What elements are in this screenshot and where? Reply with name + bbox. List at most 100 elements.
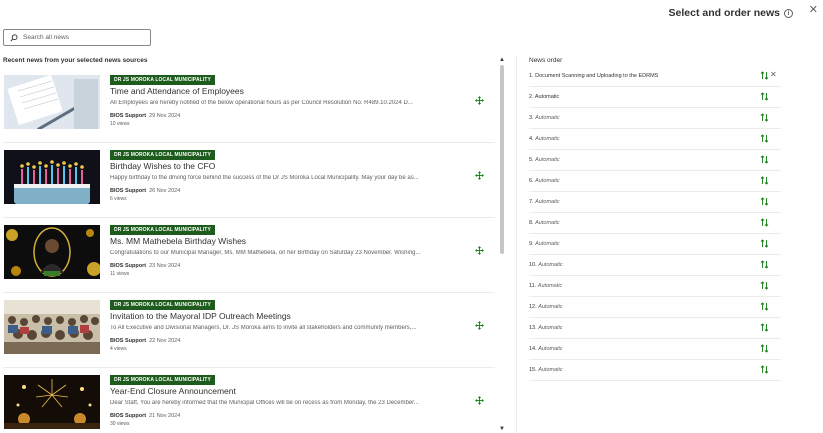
news-order-label: 3. Automatic (529, 115, 560, 121)
news-description: All Employees are hereby notified of the… (110, 100, 413, 106)
news-order-label: 15. Automatic (529, 367, 563, 373)
reorder-arrows-icon[interactable] (760, 92, 769, 101)
news-order-value: Automatic (535, 178, 560, 184)
news-order-value: Automatic (534, 94, 560, 100)
move-add-icon[interactable] (475, 171, 484, 180)
news-order-panel: News order 1. Document Scanning and Uplo… (516, 56, 789, 433)
news-author: BIOS Support (110, 263, 147, 269)
news-order-number: 11. (529, 283, 537, 289)
news-author: BIOS Support (110, 338, 147, 344)
news-order-number: 12. (529, 304, 537, 310)
scrollbar-thumb[interactable] (500, 65, 504, 254)
news-order-value: Automatic (538, 325, 563, 331)
move-add-icon[interactable] (475, 321, 484, 330)
news-views: 6 views (110, 196, 127, 202)
news-order-row[interactable]: 1. Document Scanning and Uploading to th… (529, 66, 781, 87)
news-order-number: 2. (529, 94, 534, 100)
close-icon[interactable]: ✕ (809, 5, 818, 16)
news-list: DR JS MOROKA LOCAL MUNICIPALITY Time and … (0, 68, 497, 433)
news-order-number: 13. (529, 325, 537, 331)
reorder-arrows-icon[interactable] (760, 71, 769, 80)
news-order-label: 4. Automatic (529, 136, 560, 142)
search-box[interactable] (3, 29, 151, 46)
news-order-row[interactable]: 7. Automatic (529, 192, 781, 213)
news-order-row[interactable]: 4. Automatic (529, 129, 781, 150)
reorder-arrows-icon[interactable] (760, 281, 769, 290)
news-description: To All Executive and Divisional Managers… (110, 325, 417, 331)
reorder-arrows-icon[interactable] (760, 134, 769, 143)
news-order-row[interactable]: 6. Automatic (529, 171, 781, 192)
news-order-label: 14. Automatic (529, 346, 563, 352)
news-order-number: 9. (529, 241, 534, 247)
news-thumbnail (4, 75, 100, 129)
news-title[interactable]: Time and Attendance of Employees (110, 86, 244, 96)
reorder-arrows-icon[interactable] (760, 239, 769, 248)
news-item[interactable]: DR JS MOROKA LOCAL MUNICIPALITY Ms. MM Ma… (0, 218, 497, 293)
news-order-row[interactable]: 11. Automatic (529, 276, 781, 297)
news-order-row[interactable]: 9. Automatic (529, 234, 781, 255)
news-title[interactable]: Birthday Wishes to the CFO (110, 161, 215, 171)
move-add-icon[interactable] (475, 396, 484, 405)
news-order-row[interactable]: 5. Automatic (529, 150, 781, 171)
reorder-arrows-icon[interactable] (760, 302, 769, 311)
news-author: BIOS Support (110, 413, 147, 419)
remove-icon[interactable]: ✕ (770, 70, 777, 80)
news-order-row[interactable]: 3. Automatic (529, 108, 781, 129)
news-order-row[interactable]: 13. Automatic (529, 318, 781, 339)
news-order-value: Automatic (535, 157, 560, 163)
news-order-value: Automatic (535, 199, 560, 205)
reorder-arrows-icon[interactable] (760, 197, 769, 206)
news-thumbnail (4, 225, 100, 279)
source-badge: DR JS MOROKA LOCAL MUNICIPALITY (110, 375, 215, 385)
reorder-arrows-icon[interactable] (760, 155, 769, 164)
news-views: 4 views (110, 346, 127, 352)
move-add-icon[interactable] (475, 246, 484, 255)
news-title[interactable]: Ms. MM Mathebela Birthday Wishes (110, 236, 246, 246)
scroll-down-icon[interactable]: ▼ (499, 425, 505, 433)
news-thumbnail (4, 375, 100, 429)
news-item[interactable]: DR JS MOROKA LOCAL MUNICIPALITY Invitatio… (0, 293, 497, 368)
news-order-label: 1. Document Scanning and Uploading to th… (529, 73, 658, 79)
info-icon[interactable]: i (784, 8, 793, 18)
search-input[interactable] (23, 34, 143, 41)
news-order-row[interactable]: 12. Automatic (529, 297, 781, 318)
news-title[interactable]: Invitation to the Mayoral IDP Outreach M… (110, 311, 291, 321)
news-views: 10 views (110, 121, 130, 127)
scrollbar[interactable]: ▲ ▼ (498, 56, 506, 433)
news-title[interactable]: Year-End Closure Announcement (110, 386, 236, 396)
news-order-row[interactable]: 10. Automatic (529, 255, 781, 276)
news-description: Happy birthday to the driving force behi… (110, 175, 419, 181)
reorder-arrows-icon[interactable] (760, 113, 769, 122)
news-order-number: 3. (529, 115, 534, 121)
news-order-row[interactable]: 14. Automatic (529, 339, 781, 360)
reorder-arrows-icon[interactable] (760, 176, 769, 185)
news-meta: BIOS Support 22 Nov 2024 (110, 338, 180, 344)
reorder-arrows-icon[interactable] (760, 260, 769, 269)
reorder-arrows-icon[interactable] (760, 323, 769, 332)
reorder-arrows-icon[interactable] (760, 218, 769, 227)
news-order-number: 15. (529, 367, 537, 373)
news-meta: BIOS Support 29 Nov 2024 (110, 113, 180, 119)
news-order-value: Automatic (538, 304, 563, 310)
news-order-row[interactable]: 2. Automatic (529, 87, 781, 108)
news-item[interactable]: DR JS MOROKA LOCAL MUNICIPALITY Year-End … (0, 368, 497, 433)
news-order-value: Automatic (535, 220, 560, 226)
news-order-row[interactable]: 8. Automatic (529, 213, 781, 234)
move-add-icon[interactable] (475, 96, 484, 105)
news-thumbnail (4, 300, 100, 354)
reorder-arrows-icon[interactable] (760, 344, 769, 353)
news-date: 21 Nov 2024 (149, 413, 181, 419)
panel-header: Select and order news i (669, 7, 793, 19)
news-order-row[interactable]: 15. Automatic (529, 360, 781, 381)
news-item[interactable]: DR JS MOROKA LOCAL MUNICIPALITY Birthday … (0, 143, 497, 218)
news-item[interactable]: DR JS MOROKA LOCAL MUNICIPALITY Time and … (0, 68, 497, 143)
news-order-value: Automatic (535, 136, 560, 142)
news-order-value: Document Scanning and Uploading to the E… (535, 73, 659, 79)
news-order-label: 6. Automatic (529, 178, 560, 184)
news-date: 29 Nov 2024 (149, 113, 181, 119)
panel-title: Select and order news (668, 7, 780, 19)
news-date: 22 Nov 2024 (149, 338, 181, 344)
scroll-up-icon[interactable]: ▲ (499, 56, 505, 64)
reorder-arrows-icon[interactable] (760, 365, 769, 374)
source-badge: DR JS MOROKA LOCAL MUNICIPALITY (110, 150, 215, 160)
